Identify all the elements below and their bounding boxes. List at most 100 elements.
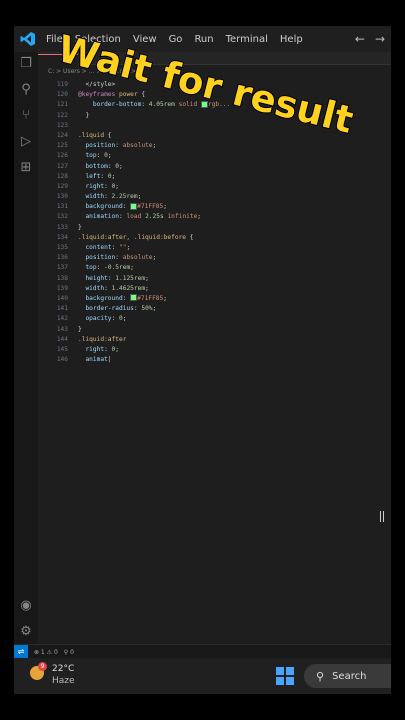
remote-indicator[interactable]: ⇌	[14, 645, 28, 659]
code-line[interactable]: 133}	[38, 223, 391, 233]
code-line[interactable]: 141 border-radius: 50%;	[38, 304, 391, 314]
code-token: right	[85, 345, 105, 353]
code-token: width	[85, 193, 105, 201]
code-token: :	[96, 264, 105, 272]
code-token: infinite	[167, 213, 198, 221]
text-cursor-icon	[380, 511, 384, 522]
code-token: ;	[152, 254, 157, 262]
line-text: width: 2.25rem;	[78, 192, 141, 202]
code-token: #71FF85	[137, 294, 164, 302]
code-token: :	[100, 172, 108, 180]
code-line[interactable]: 136 position: absolute;	[38, 253, 391, 263]
line-text: animat|	[78, 355, 111, 365]
line-number: 139	[56, 284, 68, 292]
temperature-label[interactable]: 22°C	[52, 664, 74, 674]
code-token: right	[85, 182, 105, 190]
code-token: top	[85, 264, 97, 272]
code-token: :	[122, 294, 131, 302]
code-line[interactable]: 135 content: "";	[38, 243, 391, 253]
code-line[interactable]: 128 left: 0;	[38, 172, 391, 182]
search-magnifier-icon: ⚲	[316, 669, 325, 683]
code-token: .liquid:after	[78, 335, 127, 343]
code-line[interactable]: 144 .liquid:after	[38, 335, 391, 345]
code-token: ;	[111, 172, 116, 180]
line-number: 142	[56, 315, 68, 323]
code-token: animation	[85, 213, 119, 221]
line-number: 134	[56, 233, 68, 241]
code-token: 50%	[141, 305, 153, 313]
line-text: animation: load 2.25s infinite;	[78, 212, 201, 222]
account-icon[interactable]: ◉	[18, 598, 34, 614]
overlay-caption: Wait for result	[53, 26, 364, 157]
problems-indicator[interactable]: ⊗ 1 ⚠ 0	[34, 649, 58, 656]
line-text: background: #71FF85;	[78, 202, 167, 212]
line-number: 128	[56, 172, 68, 180]
line-text: bottom: 0;	[78, 162, 122, 172]
notification-badge: 9	[38, 662, 47, 671]
line-number: 135	[56, 244, 68, 251]
line-number: 138	[56, 274, 68, 282]
line-number: 131	[56, 203, 68, 211]
line-number: 136	[56, 254, 68, 262]
code-token: ;	[197, 213, 201, 221]
code-token: ;	[115, 182, 120, 190]
line-number: 141	[56, 305, 68, 313]
search-icon[interactable]: ⚲	[18, 82, 34, 98]
code-token: 2.25rem	[111, 193, 138, 201]
code-line[interactable]: 132 animation: load 2.25s infinite;	[38, 212, 391, 222]
line-number: 127	[56, 162, 68, 170]
code-token: height	[85, 274, 108, 282]
code-line[interactable]: 145 right: 0;	[38, 345, 391, 355]
weather-condition-label[interactable]: Haze	[52, 676, 75, 686]
windows-start-icon[interactable]	[276, 667, 294, 685]
run-debug-icon[interactable]: ▷	[18, 134, 34, 150]
line-text: right: 0;	[78, 345, 119, 355]
code-token: ;	[130, 264, 134, 272]
line-number: 130	[56, 193, 68, 201]
code-line[interactable]: 139 width: 1.4625rem;	[38, 284, 391, 294]
code-line[interactable]: 138 height: 1.125rem;	[38, 274, 391, 284]
caption-text: Wait for result	[53, 26, 359, 143]
explorer-icon[interactable]: ❐	[18, 56, 34, 72]
line-number: 133	[56, 223, 68, 231]
code-token: animat	[85, 356, 108, 364]
code-token: bottom	[85, 162, 108, 170]
code-token: ;	[126, 244, 131, 251]
code-line[interactable]: 130 width: 2.25rem;	[38, 192, 391, 202]
code-token: opacity	[85, 315, 112, 323]
code-line[interactable]: 146 animat|	[38, 355, 391, 365]
ports-indicator[interactable]: ⚲ 0	[64, 649, 74, 656]
source-control-icon[interactable]: ⑂	[18, 108, 34, 124]
code-token: }	[78, 223, 82, 231]
code-token: border-radius	[85, 305, 134, 313]
extensions-icon[interactable]: ⊞	[18, 160, 34, 176]
line-text: content: "";	[78, 243, 130, 253]
code-line[interactable]: 137 top: -0.5rem;	[38, 263, 391, 273]
code-line[interactable]: 131 background: #71FF85;	[38, 202, 391, 212]
code-line[interactable]: 127 bottom: 0;	[38, 162, 391, 172]
code-token: .liquid:after, .liquid:before	[78, 233, 187, 241]
vscode-logo-icon	[20, 31, 36, 47]
code-token: ;	[115, 345, 120, 353]
line-text: .liquid:after	[78, 335, 126, 345]
code-line[interactable]: 142 opacity: 0;	[38, 314, 391, 324]
code-token: load	[126, 213, 142, 221]
code-token: }	[78, 325, 82, 333]
forward-arrow-icon[interactable]: →	[375, 32, 385, 46]
line-text: left: 0;	[78, 172, 115, 182]
code-line[interactable]: 129 right: 0;	[38, 182, 391, 192]
line-number: 132	[56, 213, 68, 221]
code-token: :	[115, 254, 123, 262]
code-line[interactable]: 140 background: #71FF85;	[38, 294, 391, 304]
line-number: 137	[56, 264, 68, 272]
code-line[interactable]: 134 .liquid:after, .liquid:before {	[38, 233, 391, 243]
code-token: -0.5rem	[104, 264, 131, 272]
settings-gear-icon[interactable]: ⚙	[18, 624, 34, 640]
code-line[interactable]: 143}	[38, 325, 391, 335]
code-token: background	[85, 203, 123, 211]
code-token: :	[104, 182, 112, 190]
taskbar-search-button[interactable]: ⚲ Search	[304, 664, 391, 688]
search-label: Search	[332, 670, 367, 682]
code-token: :	[111, 315, 119, 323]
code-token: 1.4625rem	[111, 284, 146, 292]
